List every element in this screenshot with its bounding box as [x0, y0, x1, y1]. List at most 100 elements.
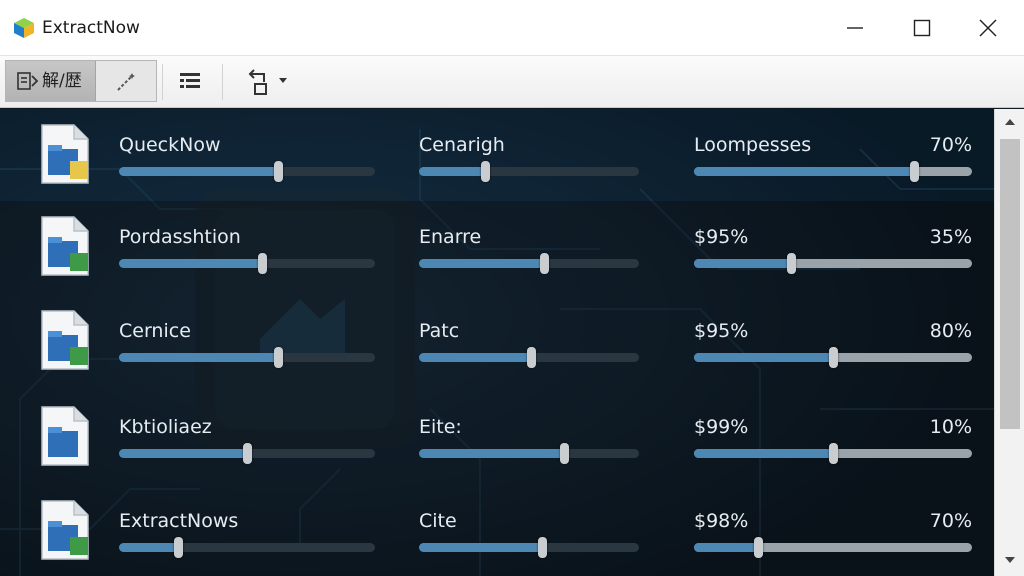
title-bar: ExtractNow: [0, 0, 1024, 56]
progress-fill: [419, 353, 532, 362]
app-cube-icon: [14, 18, 34, 38]
file-document-icon: [41, 310, 89, 370]
file-detail: $95%: [694, 226, 749, 248]
extract-button-group: 解/歴: [5, 60, 157, 102]
file-status: Enarre: [419, 226, 482, 248]
slider-thumb[interactable]: [258, 253, 268, 274]
scroll-up-arrow-icon: [1005, 119, 1015, 125]
file-name: Kbtioliaez: [119, 416, 212, 438]
progress-fill: [119, 543, 178, 552]
progress-percent: 80%: [929, 320, 972, 342]
file-document-icon: [41, 406, 89, 466]
progress-slider[interactable]: [419, 443, 639, 464]
slider-thumb[interactable]: [909, 161, 919, 182]
file-status: Eite:: [419, 416, 462, 438]
file-row[interactable]: QueckNow Cenarigh Loompesses 70%: [0, 109, 994, 201]
progress-fill: [694, 449, 833, 458]
slider-thumb[interactable]: [173, 537, 183, 558]
file-list: QueckNow Cenarigh Loompesses 70% Pordasshtio…: [0, 109, 994, 576]
progress-fill: [419, 449, 565, 458]
toolbar-separator: [162, 64, 163, 100]
file-name: Cernice: [119, 320, 191, 342]
progress-fill: [119, 449, 247, 458]
extract-button[interactable]: 解/歴: [6, 61, 96, 101]
file-detail: $95%: [694, 320, 749, 342]
file-status: Cite: [419, 510, 457, 532]
progress-slider[interactable]: [694, 443, 972, 464]
file-name: ExtractNows: [119, 510, 239, 532]
progress-percent: 35%: [929, 226, 972, 248]
progress-fill: [119, 167, 278, 176]
progress-slider[interactable]: [419, 161, 639, 182]
maximize-button[interactable]: [889, 0, 955, 56]
scroll-up-button[interactable]: [995, 109, 1024, 137]
close-icon: [979, 19, 997, 37]
vertical-scrollbar[interactable]: [994, 109, 1024, 576]
progress-fill: [694, 543, 758, 552]
progress-slider[interactable]: [694, 161, 972, 182]
file-document-icon: [41, 500, 89, 560]
slider-thumb[interactable]: [829, 443, 838, 464]
file-detail: $99%: [694, 416, 749, 438]
slider-thumb[interactable]: [540, 253, 550, 274]
toolbar-separator: [222, 64, 223, 100]
file-detail: $98%: [694, 510, 749, 532]
progress-slider[interactable]: [119, 443, 375, 464]
slider-thumb[interactable]: [527, 347, 537, 368]
undo-arrow-icon: [248, 69, 267, 95]
toolbar: 解/歴: [0, 56, 1024, 108]
maximize-icon: [913, 19, 931, 37]
progress-slider[interactable]: [119, 161, 375, 182]
progress-percent: 70%: [929, 134, 972, 156]
progress-fill: [694, 353, 833, 362]
chevron-down-icon: [279, 78, 287, 83]
progress-slider[interactable]: [419, 537, 639, 558]
list-view-button[interactable]: [170, 60, 210, 102]
scroll-down-arrow-icon: [1005, 557, 1015, 563]
progress-fill: [694, 167, 914, 176]
slider-thumb[interactable]: [560, 443, 570, 464]
slider-thumb[interactable]: [273, 161, 283, 182]
slider-thumb[interactable]: [787, 253, 797, 274]
progress-slider[interactable]: [694, 253, 972, 274]
slider-thumb[interactable]: [243, 443, 252, 464]
file-document-icon: [41, 124, 89, 184]
slider-thumb[interactable]: [481, 161, 490, 182]
undo-button[interactable]: [236, 60, 298, 102]
progress-slider[interactable]: [119, 253, 375, 274]
progress-slider[interactable]: [419, 347, 639, 368]
wand-icon: [117, 73, 135, 91]
progress-slider[interactable]: [419, 253, 639, 274]
extractnow-window: ExtractNow 解/歴 QueckNow Cenarigh Loompes…: [0, 0, 1024, 576]
slider-thumb[interactable]: [753, 537, 763, 558]
slider-thumb[interactable]: [538, 537, 548, 558]
progress-fill: [119, 259, 263, 268]
progress-fill: [694, 259, 792, 268]
file-row[interactable]: ExtractNows Cite $98% 70%: [0, 485, 994, 576]
file-document-icon: [41, 216, 89, 276]
scrollbar-thumb[interactable]: [1000, 139, 1020, 429]
minimize-button[interactable]: [822, 0, 888, 56]
file-name: Pordasshtion: [119, 226, 241, 248]
file-name: QueckNow: [119, 134, 221, 156]
progress-fill: [119, 353, 278, 362]
progress-fill: [419, 259, 545, 268]
progress-percent: 70%: [929, 510, 972, 532]
progress-slider[interactable]: [119, 347, 375, 368]
progress-fill: [419, 543, 543, 552]
close-button[interactable]: [955, 0, 1021, 56]
tools-button[interactable]: [96, 61, 156, 101]
file-row[interactable]: Cernice Patc $95% 80%: [0, 295, 994, 391]
slider-thumb[interactable]: [829, 347, 838, 368]
progress-fill: [419, 167, 485, 176]
progress-slider[interactable]: [694, 347, 972, 368]
file-row[interactable]: Kbtioliaez Eite: $99% 10%: [0, 391, 994, 485]
file-row[interactable]: Pordasshtion Enarre $95% 35%: [0, 201, 994, 295]
progress-slider[interactable]: [694, 537, 972, 558]
scroll-down-button[interactable]: [995, 546, 1024, 576]
progress-slider[interactable]: [119, 537, 375, 558]
file-detail: Loompesses: [694, 134, 812, 156]
progress-percent: 10%: [929, 416, 972, 438]
window-title: ExtractNow: [42, 18, 140, 38]
slider-thumb[interactable]: [273, 347, 283, 368]
